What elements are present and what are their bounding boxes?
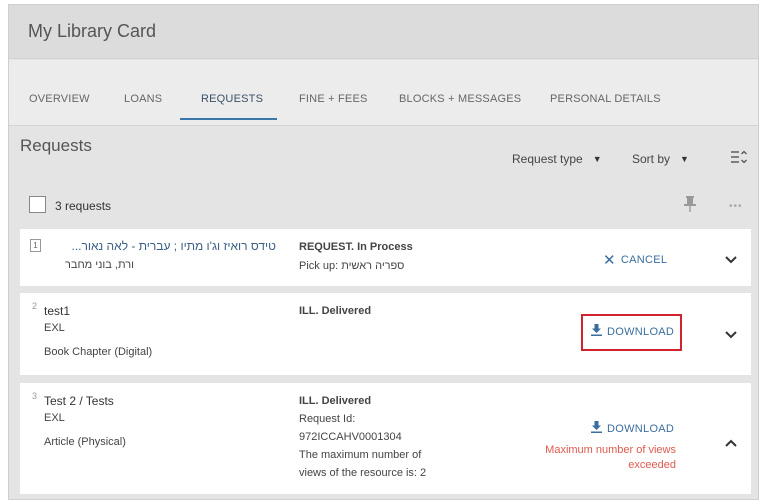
request-author: ורת, בוני מחבר xyxy=(64,259,134,271)
pickup-location: Pick up: ספריה ראשית xyxy=(299,260,405,272)
max-views-warning: Maximum number of views exceeded xyxy=(500,443,676,473)
warning-line2: exceeded xyxy=(628,459,676,471)
request-type-label: Request type xyxy=(512,152,583,166)
request-type-dropdown[interactable]: Request type ▼ xyxy=(512,152,602,166)
download-icon xyxy=(591,324,602,336)
library-card-panel: My Library Card OVERVIEW LOANS REQUESTS … xyxy=(8,4,759,500)
download-label: DOWNLOAD xyxy=(607,326,675,338)
tab-loans[interactable]: LOANS xyxy=(124,93,162,105)
request-number: 1 xyxy=(30,239,41,252)
download-button[interactable]: DOWNLOAD xyxy=(591,324,674,338)
views-note-line2: views of the resource is: 2 xyxy=(299,467,427,479)
request-status: ILL. Delivered xyxy=(299,305,372,317)
download-label: DOWNLOAD xyxy=(607,423,675,435)
download-icon xyxy=(591,421,602,433)
request-number: 2 xyxy=(32,301,38,311)
section-title: Requests xyxy=(20,136,92,155)
request-title-link[interactable]: test1 xyxy=(44,304,70,318)
select-all-checkbox[interactable] xyxy=(29,196,46,213)
request-card-1: 1 טידס רואיז וג'ו מתיו ; עברית - לאה נאו… xyxy=(20,229,751,286)
panel-header: My Library Card xyxy=(9,5,758,59)
request-card-3: 3 Test 2 / Tests EXL Article (Physical) … xyxy=(20,383,751,494)
caret-down-icon: ▼ xyxy=(592,154,602,164)
more-options-icon[interactable]: ••• xyxy=(729,201,743,212)
cancel-button[interactable]: ✕ CANCEL xyxy=(603,251,667,269)
tab-blocks-messages[interactable]: BLOCKS + MESSAGES xyxy=(399,93,521,105)
expand-all-icon[interactable] xyxy=(731,150,747,164)
request-card-2: 2 test1 EXL Book Chapter (Digital) ILL. … xyxy=(20,293,751,375)
tab-bar: OVERVIEW LOANS REQUESTS FINE + FEES BLOC… xyxy=(9,60,758,126)
request-title-link[interactable]: Test 2 / Tests xyxy=(44,394,114,408)
request-format: Article (Physical) xyxy=(44,436,126,448)
tab-overview[interactable]: OVERVIEW xyxy=(29,93,90,105)
chevron-down-icon[interactable] xyxy=(725,331,737,339)
request-source: EXL xyxy=(44,412,65,424)
request-format: Book Chapter (Digital) xyxy=(44,346,153,358)
views-note-line1: The maximum number of xyxy=(299,449,422,461)
sort-by-dropdown[interactable]: Sort by ▼ xyxy=(632,152,689,166)
page-title: My Library Card xyxy=(28,21,157,41)
chevron-up-icon[interactable] xyxy=(725,439,737,447)
request-status: ILL. Delivered xyxy=(299,395,372,407)
tab-personal-details[interactable]: PERSONAL DETAILS xyxy=(550,93,661,105)
sort-by-label: Sort by xyxy=(632,152,671,166)
chevron-down-icon[interactable] xyxy=(725,256,737,264)
warning-line1: Maximum number of views xyxy=(545,444,676,456)
active-tab-indicator xyxy=(180,118,277,120)
download-button[interactable]: DOWNLOAD xyxy=(591,421,674,435)
tab-fine-fees[interactable]: FINE + FEES xyxy=(299,93,368,105)
caret-down-icon: ▼ xyxy=(680,154,689,164)
request-id-value: 972ICCAHV0001304 xyxy=(299,431,402,443)
request-title-link[interactable]: טידס רואיז וג'ו מתיו ; עברית - לאה נאור.… xyxy=(44,239,276,253)
tab-requests[interactable]: REQUESTS xyxy=(201,93,263,105)
request-source: EXL xyxy=(44,322,65,334)
request-id-label: Request Id: xyxy=(299,413,356,425)
requests-count: 3 requests xyxy=(55,199,112,213)
pin-icon[interactable] xyxy=(684,196,696,212)
cancel-label: CANCEL xyxy=(620,254,668,266)
close-icon: ✕ xyxy=(603,252,616,269)
request-number: 3 xyxy=(32,391,38,401)
request-status: REQUEST. In Process xyxy=(299,241,413,253)
